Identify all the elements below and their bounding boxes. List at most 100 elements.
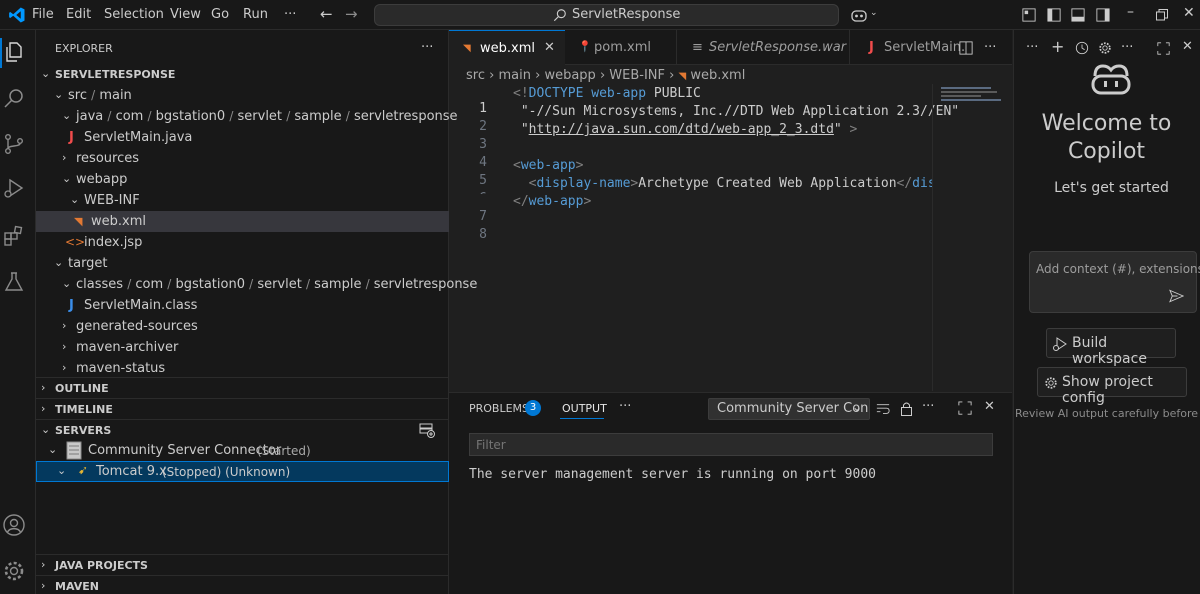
menu-run[interactable]: Run (243, 7, 268, 22)
tree-folder-resources[interactable]: › resources (36, 148, 449, 169)
tree-file-servletmain-java[interactable]: J ServletMain.java (36, 127, 449, 148)
settings-gear-icon[interactable] (2, 559, 30, 587)
maximize-icon[interactable] (1157, 42, 1170, 55)
section-java-projects[interactable]: › JAVA PROJECTS (36, 555, 449, 576)
output-filter-input[interactable] (469, 433, 993, 456)
breadcrumb-src[interactable]: src (466, 68, 485, 83)
chevron-right-icon: › (41, 402, 46, 415)
customize-layout-icon[interactable] (1022, 8, 1036, 22)
section-timeline[interactable]: › TIMELINE (36, 399, 449, 420)
send-icon[interactable] (1169, 289, 1184, 303)
section-servers[interactable]: ⌄ SERVERS (36, 420, 449, 441)
new-chat-plus-icon[interactable]: + (1051, 37, 1064, 56)
word-wrap-icon[interactable] (876, 402, 890, 416)
show-project-config-button[interactable]: Show project config (1037, 367, 1187, 406)
chevron-right-icon: › (41, 381, 46, 394)
copilot-more-actions[interactable]: ··· (1121, 40, 1133, 55)
editor-more-actions[interactable]: ··· (984, 40, 996, 55)
code-line[interactable]: 8 (449, 212, 932, 242)
source-control-icon[interactable] (2, 132, 30, 160)
copilot-icon[interactable] (850, 7, 868, 23)
menu-edit[interactable]: Edit (66, 7, 91, 22)
breadcrumb-webinf[interactable]: WEB-INF (609, 68, 665, 83)
chevron-down-icon: ⌄ (54, 256, 64, 269)
gear-icon[interactable] (1098, 41, 1112, 55)
toggle-secondary-sidebar-icon[interactable] (1096, 8, 1110, 22)
code-line[interactable]: 7 </web-app> (449, 194, 932, 224)
tree-folder-webapp[interactable]: ⌄ webapp (36, 169, 449, 190)
add-server-icon[interactable] (419, 422, 435, 438)
tree-file-index-jsp[interactable]: <> index.jsp (36, 232, 449, 253)
chat-input-box[interactable]: Add context (#), extensions (1029, 251, 1200, 313)
tomcat-icon: ➹ (78, 463, 89, 477)
copilot-more-left[interactable]: ··· (1026, 40, 1038, 55)
tree-folder-webinf[interactable]: ⌄ WEB-INF (36, 190, 449, 211)
search-view-icon[interactable] (2, 86, 30, 114)
split-editor-icon[interactable] (959, 41, 973, 55)
tree-folder-classes-package[interactable]: ⌄ classes / com / bgstation0 / servlet /… (36, 274, 477, 295)
code-line[interactable]: 6 <display-name>Archetype Created Web Ap… (449, 176, 932, 194)
close-window-icon[interactable]: ✕ (1183, 5, 1195, 21)
server-tomcat[interactable]: ⌄ ➹ Tomcat 9.x (Stopped) (Unknown) (36, 461, 449, 482)
close-panel-icon[interactable]: ✕ (984, 399, 995, 414)
explorer-icon[interactable] (2, 40, 30, 68)
run-debug-icon[interactable] (2, 176, 30, 204)
forward-arrow-icon[interactable]: → (345, 5, 358, 23)
tree-folder-src-main[interactable]: ⌄ src / main (36, 85, 449, 106)
tree-file-servletmain-class[interactable]: J ServletMain.class (36, 295, 449, 316)
breadcrumb-webxml[interactable]: web.xml (690, 68, 745, 83)
toggle-primary-sidebar-icon[interactable] (1047, 8, 1061, 22)
output-channel-select[interactable]: Community Server Con ⌄ (708, 398, 870, 420)
tree-root-servletresponse[interactable]: ⌄ SERVLETRESPONSE (36, 64, 449, 85)
tab-pom-xml[interactable]: 📍 pom.xml (566, 30, 677, 65)
code-line[interactable]: 5 <web-app> (449, 158, 932, 188)
history-icon[interactable] (1075, 41, 1089, 55)
explorer-more-actions[interactable]: ··· (421, 40, 433, 55)
menu-more[interactable]: ··· (284, 7, 296, 22)
chevron-down-icon[interactable]: ⌄ (870, 8, 878, 18)
tab-servletmain[interactable]: J ServletMain. (851, 30, 965, 65)
tree-folder-java-package[interactable]: ⌄ java / com / bgstation0 / servlet / sa… (36, 106, 458, 127)
menu-view[interactable]: View (170, 7, 201, 22)
tab-servletresponse-war[interactable]: ≡ ServletResponse.war (678, 30, 850, 65)
minimize-icon[interactable]: – (1127, 4, 1134, 20)
close-copilot-icon[interactable]: ✕ (1182, 39, 1193, 54)
breadcrumb-webapp[interactable]: webapp (544, 68, 595, 83)
tree-folder-maven-archiver[interactable]: › maven-archiver (36, 337, 449, 358)
panel-more-actions[interactable]: ··· (619, 399, 631, 414)
server-community-connector[interactable]: ⌄ Community Server Connector (Started) (36, 440, 449, 461)
tree-folder-maven-status[interactable]: › maven-status (36, 358, 449, 379)
minimap[interactable] (932, 84, 1012, 391)
maximize-panel-icon[interactable] (958, 401, 972, 415)
tab-output[interactable]: OUTPUT (562, 402, 607, 415)
menu-selection[interactable]: Selection (104, 7, 164, 22)
account-icon[interactable] (2, 513, 30, 541)
breadcrumb-main[interactable]: main (498, 68, 530, 83)
tree-folder-target[interactable]: ⌄ target (36, 253, 449, 274)
panel-overflow-more[interactable]: ··· (922, 399, 934, 414)
lock-icon[interactable] (900, 401, 913, 416)
code-line[interactable]: 1 <!DOCTYPE web-app PUBLIC (449, 86, 932, 116)
dtd-link[interactable]: http://java.sun.com/dtd/web-app_2_3.dtd (529, 122, 834, 137)
section-outline[interactable]: › OUTLINE (36, 378, 449, 399)
tab-problems[interactable]: PROBLEMS (469, 402, 529, 415)
breadcrumb: src › main › webapp › WEB-INF › ◥ web.xm… (466, 68, 745, 83)
restore-icon[interactable] (1156, 9, 1168, 21)
tab-web-xml[interactable]: ◥ web.xml ✕ (449, 30, 565, 65)
extensions-icon[interactable] (2, 224, 30, 252)
toggle-panel-icon[interactable] (1071, 8, 1085, 22)
code-line[interactable]: 3 "http://java.sun.com/dtd/web-app_2_3.d… (449, 122, 932, 152)
close-tab-icon[interactable]: ✕ (544, 40, 555, 55)
build-workspace-button[interactable]: Build workspace (1046, 328, 1176, 367)
tree-folder-generated-sources[interactable]: › generated-sources (36, 316, 449, 337)
code-line[interactable]: 2 "-//Sun Microsystems, Inc.//DTD Web Ap… (449, 104, 959, 134)
tree-file-web-xml[interactable]: ◥ web.xml (36, 211, 449, 232)
chevron-right-icon: › (62, 340, 67, 353)
back-arrow-icon[interactable]: ← (320, 5, 333, 23)
code-line[interactable]: 4 (449, 140, 932, 170)
testing-flask-icon[interactable] (2, 270, 30, 298)
section-maven[interactable]: › MAVEN (36, 576, 449, 594)
vscode-logo-icon[interactable] (8, 6, 26, 24)
menu-go[interactable]: Go (211, 7, 229, 22)
menu-file[interactable]: File (32, 7, 54, 22)
